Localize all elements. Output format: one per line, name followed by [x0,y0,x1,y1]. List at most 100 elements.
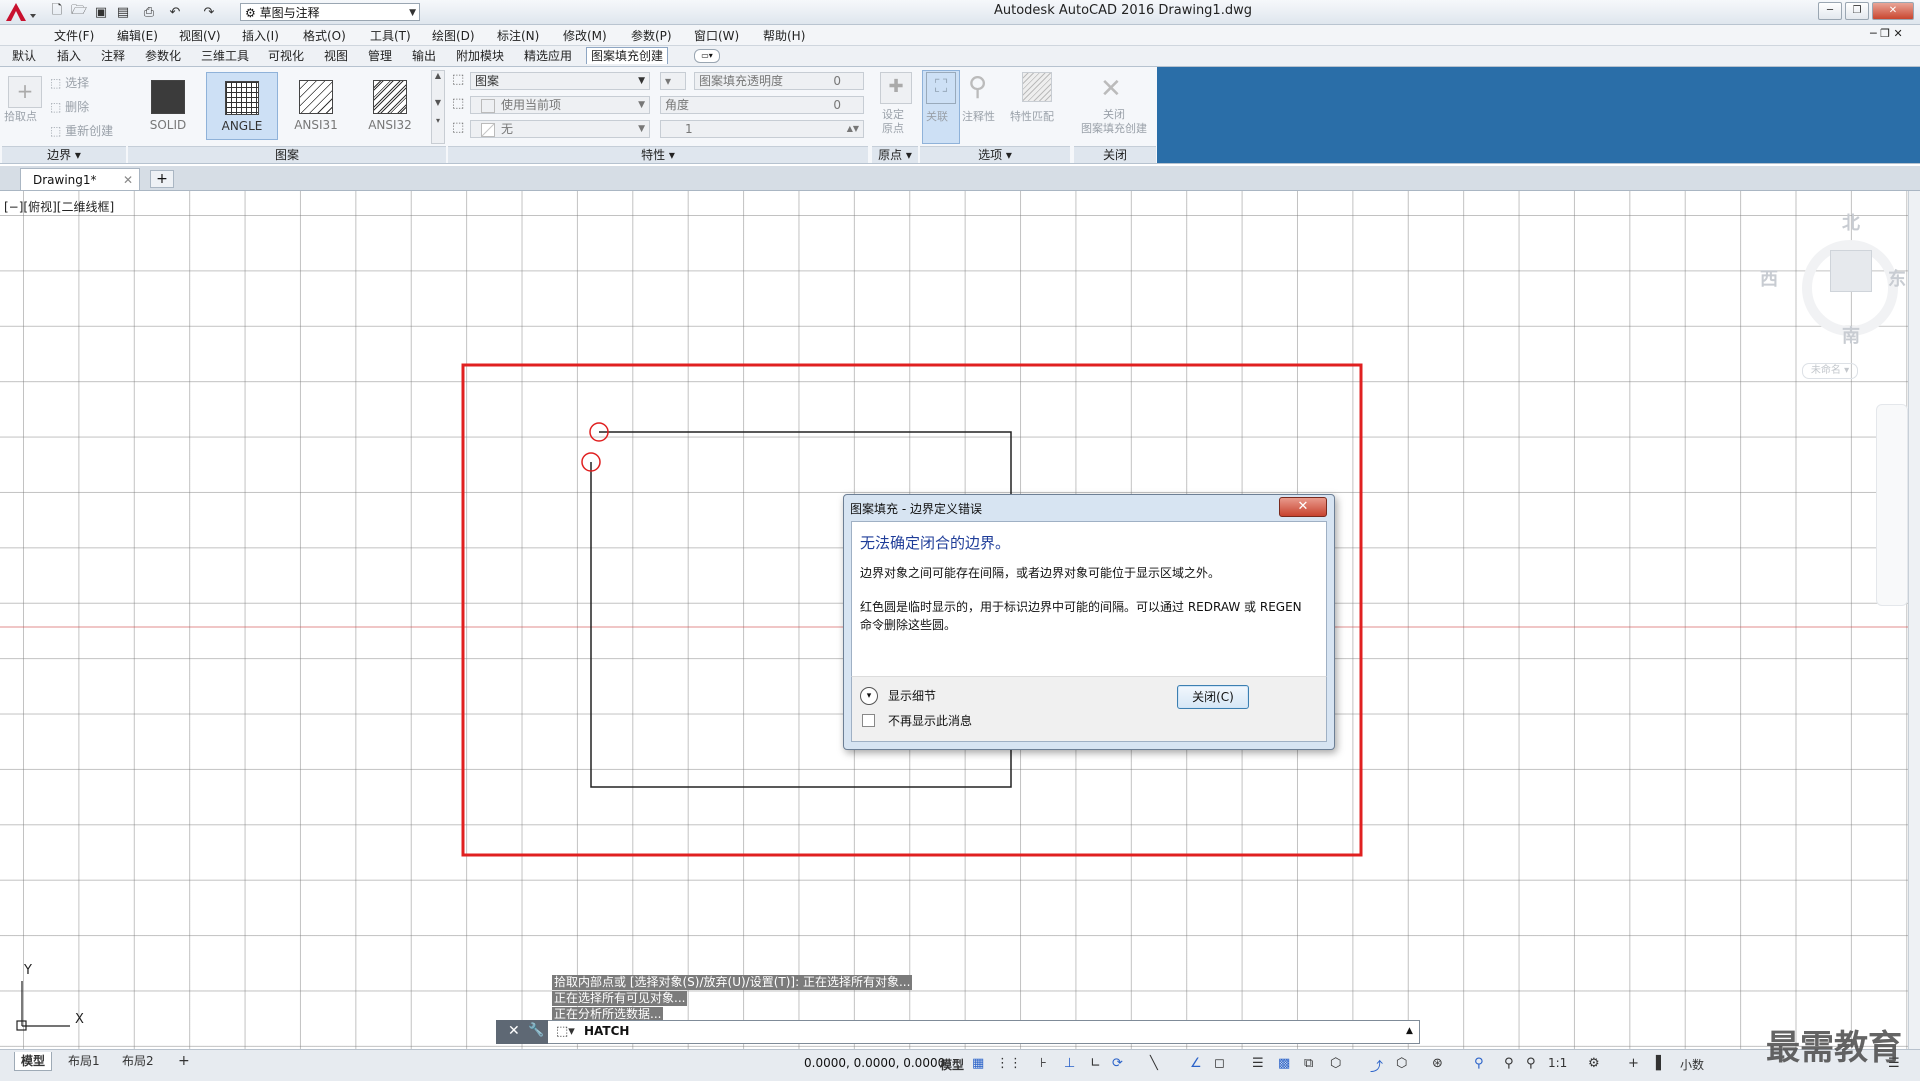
save-icon[interactable]: ▣ [92,3,110,21]
panel-title-options[interactable]: 选项 ▾ [920,146,1070,163]
auto-scale-icon[interactable]: ⚲ [1504,1056,1514,1071]
wrench-icon[interactable]: 🔧 [528,1023,544,1038]
command-line[interactable] [496,1020,1420,1044]
tab-default[interactable]: 默认 [8,48,40,64]
tab-layout2[interactable]: 布局2 [116,1052,160,1070]
tab-hatch-creation[interactable]: 图案填充创建 [586,47,669,64]
compass-north[interactable]: 北 [1842,209,1860,235]
polar-tracking-icon[interactable]: ⟳ [1112,1056,1123,1071]
set-origin-icon[interactable]: ✚ [880,72,912,104]
units-icon[interactable]: ▌ [1656,1056,1666,1071]
new-file-icon[interactable]: 🗋 [48,3,66,21]
close-hatch-icon[interactable]: ✕ [1100,74,1122,104]
angle-field[interactable]: 角度 0 [660,96,864,114]
close-button[interactable]: 关闭(C) [1177,685,1249,709]
wcs-menu[interactable]: 未命名 ▾ [1802,363,1858,379]
model-space-button[interactable]: 模型 [940,1056,964,1073]
tab-visualize[interactable]: 可视化 [264,48,308,64]
object-snap-tracking-icon[interactable]: ∠ [1190,1056,1202,1071]
tab-addins[interactable]: 附加模块 [452,48,508,64]
close-icon[interactable]: ✕ [508,1023,520,1039]
tab-parametric[interactable]: 参数化 [141,48,185,64]
tab-featured-apps[interactable]: 精选应用 [520,48,576,64]
panel-title-pattern[interactable]: 图案 [128,146,446,163]
dont-show-checkbox[interactable] [862,714,875,727]
menu-edit[interactable]: 编辑(E) [117,27,158,44]
background-color-dropdown[interactable]: 无 ▼ [470,120,650,138]
transparency-icon[interactable]: ▩ [1278,1056,1290,1071]
select-objects-button[interactable]: ⬚ 选择 [50,74,89,91]
menu-modify[interactable]: 修改(M) [563,27,607,44]
pattern-solid[interactable]: SOLID [132,72,204,140]
workspace-dropdown[interactable]: ⚙ 草图与注释 ▼ [240,3,420,21]
ortho-icon[interactable]: ∟ [1090,1056,1101,1071]
object-snap-icon[interactable]: ◻ [1214,1056,1225,1071]
hatch-color-dropdown[interactable]: 使用当前项 ▼ [470,96,650,114]
menu-help[interactable]: 帮助(H) [763,27,805,44]
pattern-angle[interactable]: ANGLE [206,72,278,140]
menu-view[interactable]: 视图(V) [179,27,221,44]
close-window-button[interactable]: ✕ [1872,2,1914,20]
open-file-icon[interactable]: 🗁 [70,3,88,21]
panel-title-boundary[interactable]: 边界 ▾ [2,146,126,163]
infer-constraints-icon[interactable]: ⊦ [1040,1056,1047,1071]
close-icon[interactable]: ✕ [123,169,133,191]
scale-field[interactable]: 1 ▲▼ [660,120,864,138]
autocad-logo-icon[interactable] [0,0,40,24]
compass-west[interactable]: 西 [1760,265,1778,291]
dialog-close-button[interactable]: ✕ [1279,497,1327,517]
transparency-mode-dropdown[interactable]: ▾ [660,72,686,90]
add-layout-button[interactable]: + [172,1052,196,1070]
panel-title-origin[interactable]: 原点 ▾ [872,146,918,163]
panel-title-properties[interactable]: 特性 ▾ [448,146,868,163]
viewcube[interactable]: 北 西 东 南 [1760,213,1910,348]
pick-points-icon[interactable]: + [8,76,42,108]
new-tab-button[interactable]: + [150,170,174,188]
tab-3d-tools[interactable]: 三维工具 [197,48,253,64]
print-icon[interactable]: ⎙ [140,3,158,21]
coordinates-readout[interactable]: 0.0000, 0.0000, 0.0000 [804,1056,945,1070]
menu-draw[interactable]: 绘图(D) [432,27,475,44]
menu-format[interactable]: 格式(O) [303,27,346,44]
ribbon-minimize-toggle[interactable]: ▭▾ [694,49,720,63]
isodraft-icon[interactable]: ╲ [1150,1056,1158,1071]
doc-window-controls[interactable]: ─ ❐ ✕ [1870,27,1903,40]
pattern-ansi31[interactable]: ANSI31 [280,72,352,140]
lineweight-icon[interactable]: ☰ [1252,1056,1264,1071]
chevron-up-icon[interactable]: ▲ [1406,1026,1413,1036]
annotative-icon[interactable]: ⚲ [968,72,987,102]
dynamic-input-icon[interactable]: ⊥ [1064,1056,1075,1071]
tab-model[interactable]: 模型 [14,1052,53,1071]
undo-icon[interactable]: ↶ [166,3,184,21]
expand-details-icon[interactable]: ▾ [860,687,878,705]
save-as-icon[interactable]: ▤ [114,3,132,21]
transparency-field[interactable]: 图案填充透明度 0 [694,72,864,90]
compass-south[interactable]: 南 [1842,322,1860,348]
menu-file[interactable]: 文件(F) [54,27,94,44]
pattern-gallery-scroll[interactable]: ▲ ▼ ▾ [431,70,445,144]
menu-dimension[interactable]: 标注(N) [497,27,539,44]
maximize-button[interactable]: ❐ [1845,2,1869,20]
match-properties-icon[interactable] [1022,72,1052,102]
pattern-ansi32[interactable]: ANSI32 [354,72,426,140]
hatch-type-dropdown[interactable]: 图案 ▼ [470,72,650,90]
viewcube-top-face[interactable] [1830,250,1872,292]
gizmo-icon[interactable]: ⊛ [1432,1056,1443,1071]
selection-filter-icon[interactable]: ⬡ [1396,1056,1407,1071]
navigation-bar[interactable] [1876,404,1908,606]
annotation-scale-dropdown[interactable]: 1:1 [1548,1056,1567,1070]
minimize-button[interactable]: ─ [1818,2,1842,20]
show-details-link[interactable]: 显示细节 [888,687,936,704]
units-dropdown[interactable]: 小数 [1680,1056,1704,1073]
viewport-controls[interactable]: [−][俯视][二维线框] [4,198,114,215]
annotation-monitor-icon[interactable]: + [1628,1056,1639,1071]
tab-drawing1[interactable]: Drawing1* ✕ [20,168,140,190]
menu-window[interactable]: 窗口(W) [694,27,739,44]
tab-layout1[interactable]: 布局1 [62,1052,106,1070]
workspace-switch-icon[interactable]: ⚙ [1588,1056,1600,1071]
tab-output[interactable]: 输出 [408,48,440,64]
snap-icon[interactable]: ⋮⋮ [996,1056,1022,1071]
panel-title-close[interactable]: 关闭 [1074,146,1156,163]
tab-insert[interactable]: 插入 [53,48,85,64]
redo-icon[interactable]: ↷ [200,3,218,21]
